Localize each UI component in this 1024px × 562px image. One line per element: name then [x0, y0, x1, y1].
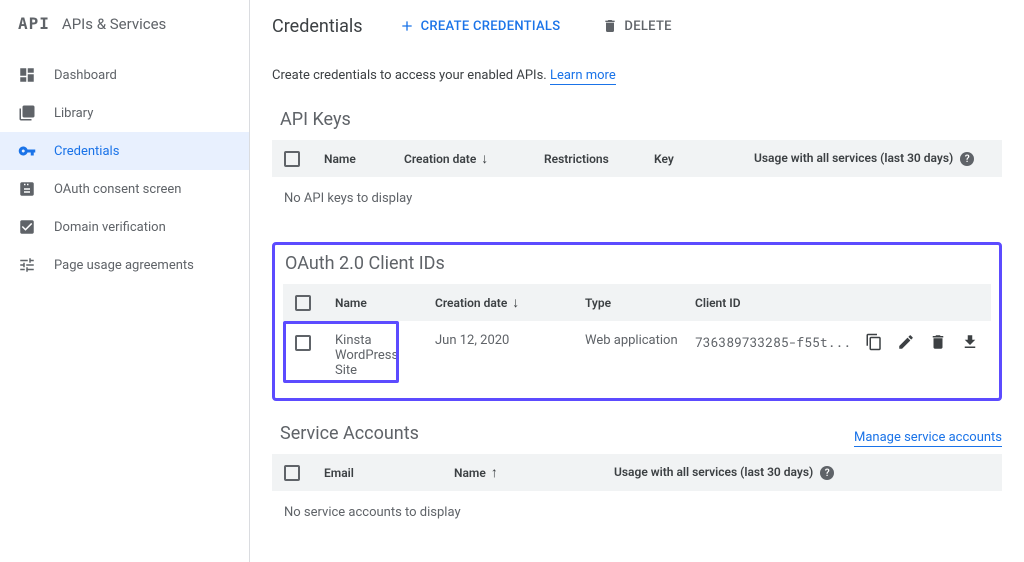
edit-icon[interactable]: [897, 333, 915, 351]
sort-down-icon: ↓: [512, 295, 519, 311]
delete-icon[interactable]: [929, 333, 947, 351]
oauth-row-type: Web application: [579, 333, 689, 348]
content: Create credentials to access your enable…: [250, 52, 1024, 562]
col-usage[interactable]: Usage with all services (last 30 days) ?: [748, 151, 990, 167]
col-name-label: Name: [454, 466, 486, 480]
service-accounts-thead: Email Name ↑ Usage with all services (la…: [272, 454, 1002, 491]
select-all-api-keys-checkbox[interactable]: [284, 151, 300, 167]
create-credentials-button[interactable]: CREATE CREDENTIALS: [393, 14, 567, 38]
api-logo: API: [18, 14, 50, 33]
delete-button[interactable]: DELETE: [596, 14, 677, 38]
section-api-keys: API Keys Name Creation date ↓ Restrictio…: [272, 109, 1002, 220]
sidebar: API APIs & Services Dashboard Library Cr…: [0, 0, 250, 562]
delete-label: DELETE: [624, 19, 671, 34]
section-title-oauth: OAuth 2.0 Client IDs: [285, 253, 991, 274]
consent-icon: [18, 180, 36, 198]
col-created[interactable]: Creation date ↓: [429, 294, 579, 311]
main: Credentials CREATE CREDENTIALS DELETE Cr…: [250, 0, 1024, 562]
learn-more-link[interactable]: Learn more: [550, 68, 616, 85]
sidebar-item-label: OAuth consent screen: [54, 182, 181, 197]
col-type[interactable]: Type: [579, 296, 689, 310]
section-service-accounts: Service Accounts Manage service accounts…: [272, 423, 1002, 534]
col-name[interactable]: Name ↑: [448, 464, 608, 481]
sidebar-item-label: Page usage agreements: [54, 258, 194, 273]
sidebar-item-domain-verification[interactable]: Domain verification: [0, 208, 249, 246]
intro-text: Create credentials to access your enable…: [272, 68, 1002, 83]
page-title: Credentials: [272, 16, 363, 37]
library-icon: [18, 104, 36, 122]
sidebar-item-credentials[interactable]: Credentials: [0, 132, 249, 170]
sidebar-item-label: Dashboard: [54, 68, 117, 83]
oauth-row-created: Jun 12, 2020: [429, 333, 579, 348]
sidebar-item-label: Library: [54, 106, 93, 121]
oauth-table: Name Creation date ↓ Type Client ID Kins…: [283, 284, 991, 390]
key-icon: [18, 142, 36, 160]
section-oauth-clients: OAuth 2.0 Client IDs Name Creation date …: [272, 242, 1002, 401]
col-usage-label: Usage with all services (last 30 days): [614, 465, 813, 479]
oauth-row-checkbox[interactable]: [295, 335, 311, 351]
sidebar-item-label: Credentials: [54, 144, 119, 159]
api-keys-thead: Name Creation date ↓ Restrictions Key Us…: [272, 140, 1002, 177]
oauth-thead: Name Creation date ↓ Type Client ID: [283, 284, 991, 321]
service-accounts-empty: No service accounts to display: [272, 491, 1002, 534]
create-credentials-label: CREATE CREDENTIALS: [421, 19, 561, 34]
col-usage-label: Usage with all services (last 30 days): [754, 151, 953, 165]
col-created[interactable]: Creation date ↓: [398, 150, 538, 167]
oauth-row-actions: [865, 333, 979, 351]
sort-up-icon: ↑: [491, 465, 498, 481]
intro-text-content: Create credentials to access your enable…: [272, 68, 547, 83]
oauth-row-name[interactable]: Kinsta WordPress Site: [329, 333, 429, 378]
col-created-label: Creation date: [435, 296, 507, 310]
sidebar-title: APIs & Services: [62, 15, 166, 33]
delete-icon: [602, 18, 618, 34]
api-keys-table: Name Creation date ↓ Restrictions Key Us…: [272, 140, 1002, 220]
plus-icon: [399, 18, 415, 34]
toolbar: Credentials CREATE CREDENTIALS DELETE: [250, 0, 1024, 52]
dashboard-icon: [18, 66, 36, 84]
sidebar-item-dashboard[interactable]: Dashboard: [0, 56, 249, 94]
col-client-id[interactable]: Client ID: [689, 296, 979, 310]
sidebar-item-page-usage-agreements[interactable]: Page usage agreements: [0, 246, 249, 284]
section-title-service-accounts: Service Accounts: [280, 423, 419, 444]
sidebar-item-oauth-consent[interactable]: OAuth consent screen: [0, 170, 249, 208]
select-all-oauth-checkbox[interactable]: [295, 295, 311, 311]
agreements-icon: [18, 256, 36, 274]
sidebar-item-library[interactable]: Library: [0, 94, 249, 132]
download-icon[interactable]: [961, 333, 979, 351]
col-name[interactable]: Name: [329, 296, 429, 310]
col-email[interactable]: Email: [318, 466, 448, 480]
manage-service-accounts-link[interactable]: Manage service accounts: [854, 430, 1002, 447]
api-keys-empty: No API keys to display: [272, 177, 1002, 220]
oauth-row[interactable]: Kinsta WordPress Site Jun 12, 2020 Web a…: [283, 321, 991, 390]
help-icon[interactable]: ?: [960, 152, 974, 166]
oauth-row-client-id: 736389733285-f55t...: [689, 333, 865, 351]
sidebar-item-label: Domain verification: [54, 220, 166, 235]
col-usage[interactable]: Usage with all services (last 30 days) ?: [608, 465, 990, 481]
sort-down-icon: ↓: [481, 151, 488, 167]
col-restrictions[interactable]: Restrictions: [538, 152, 648, 166]
domain-icon: [18, 218, 36, 236]
select-all-service-accounts-checkbox[interactable]: [284, 465, 300, 481]
section-title-api-keys: API Keys: [280, 109, 1002, 130]
copy-icon[interactable]: [865, 333, 883, 351]
service-accounts-table: Email Name ↑ Usage with all services (la…: [272, 454, 1002, 534]
sidebar-items: Dashboard Library Credentials OAuth cons…: [0, 48, 249, 284]
sidebar-header: API APIs & Services: [0, 0, 249, 48]
col-created-label: Creation date: [404, 152, 476, 166]
help-icon[interactable]: ?: [820, 466, 834, 480]
col-name[interactable]: Name: [318, 152, 398, 166]
col-key[interactable]: Key: [648, 152, 748, 166]
